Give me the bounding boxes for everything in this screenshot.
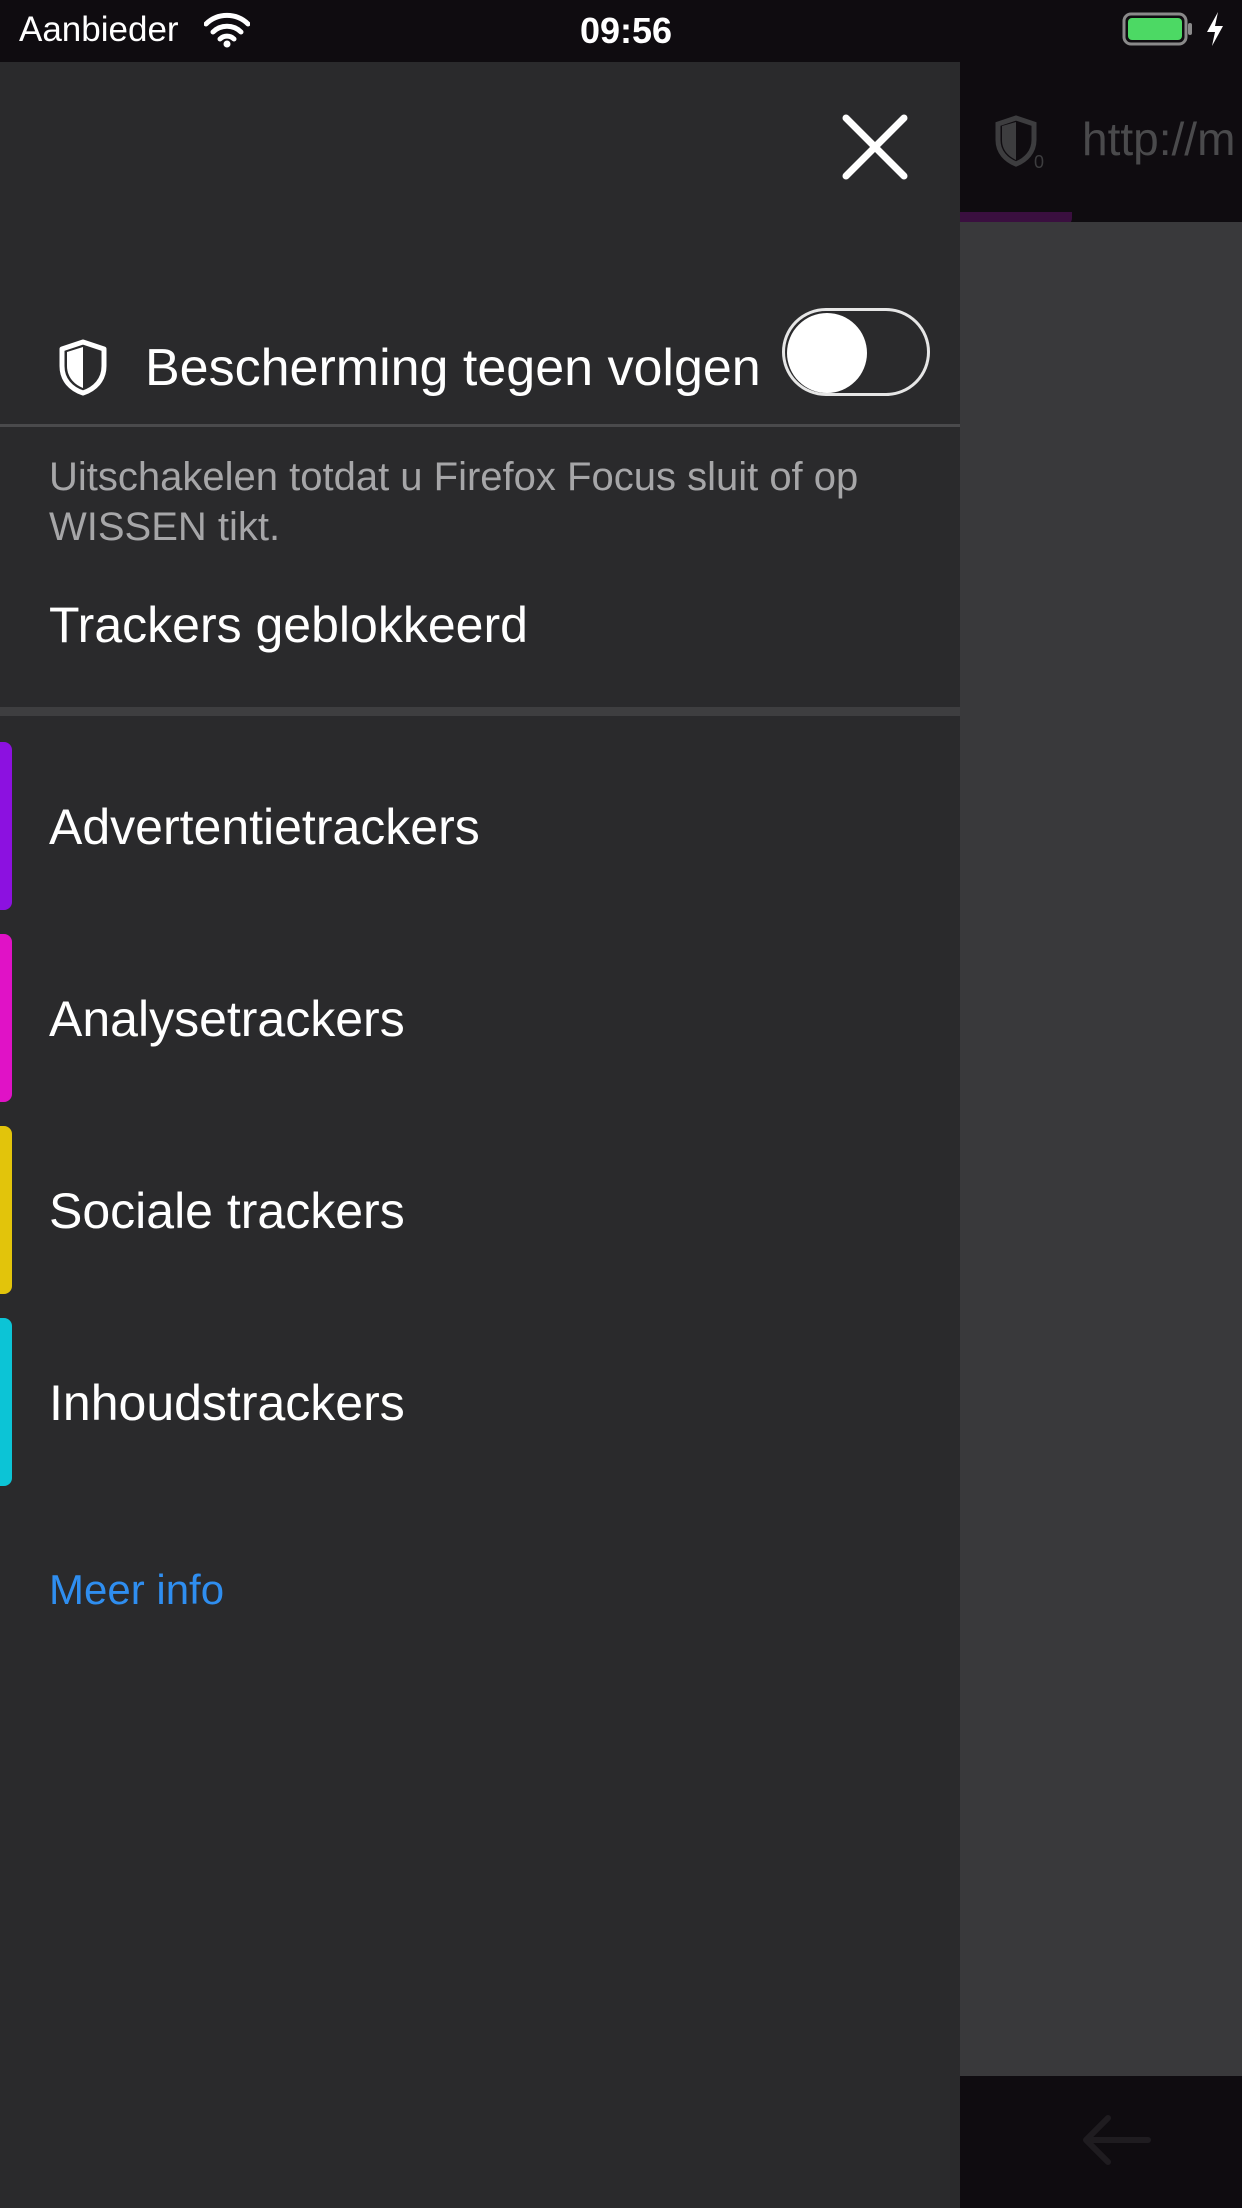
close-icon[interactable] — [838, 110, 912, 184]
shield-icon — [59, 339, 107, 396]
tracker-count: 0 — [1034, 152, 1044, 172]
url-text[interactable]: http://m — [1082, 112, 1235, 166]
divider — [0, 424, 960, 427]
tracker-color-bar — [0, 934, 12, 1102]
toggle-knob — [787, 313, 867, 393]
back-arrow-icon[interactable] — [1078, 2112, 1152, 2168]
clock: 09:56 — [579, 10, 673, 51]
tracker-row-content: Inhoudstrackers — [0, 1318, 960, 1486]
tracker-label: Sociale trackers — [49, 1183, 405, 1239]
tracker-row-advertising: Advertentietrackers — [0, 742, 960, 910]
tracking-protection-drawer: Bescherming tegen volgen Uitschakelen to… — [0, 62, 960, 2208]
more-info-link[interactable]: Meer info — [49, 1566, 224, 1614]
tracking-protection-label: Bescherming tegen volgen — [145, 339, 761, 397]
tracker-label: Analysetrackers — [49, 991, 405, 1047]
tracker-row-social: Sociale trackers — [0, 1126, 960, 1294]
tracking-protection-toggle[interactable] — [782, 308, 930, 396]
section-divider — [0, 707, 960, 716]
tracking-shield-icon[interactable]: 0 — [990, 112, 1050, 172]
status-bar: Aanbieder 09:56 — [0, 0, 1242, 62]
charging-icon — [1207, 12, 1223, 46]
web-content-area — [960, 222, 1242, 2076]
tracker-color-bar — [0, 1318, 12, 1486]
trackers-blocked-title: Trackers geblokkeerd — [49, 597, 528, 653]
tracker-color-bar — [0, 1126, 12, 1294]
tracker-label: Inhoudstrackers — [49, 1375, 405, 1431]
tracker-color-bar — [0, 742, 12, 910]
battery-icon — [1122, 12, 1192, 46]
tracker-row-analytics: Analysetrackers — [0, 934, 960, 1102]
tracker-label: Advertentietrackers — [49, 799, 480, 855]
protection-description: Uitschakelen totdat u Firefox Focus slui… — [49, 455, 859, 549]
